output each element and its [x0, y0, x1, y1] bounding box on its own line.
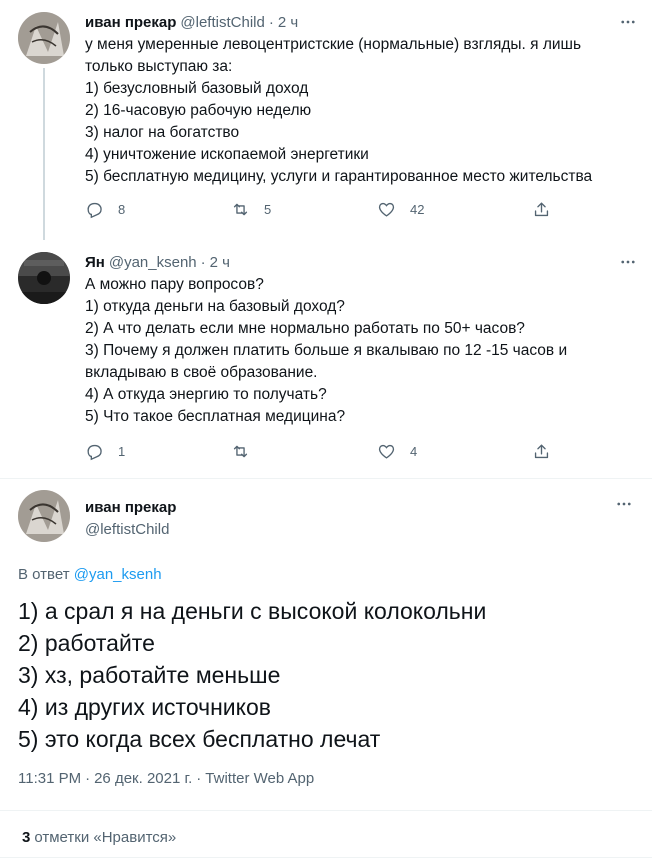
tweet-actions: 8 5 42 — [85, 200, 634, 224]
tweet-1[interactable]: иван прекар @leftistChild · 2 ч у меня у… — [0, 12, 652, 224]
avatar[interactable] — [18, 252, 70, 304]
author-name[interactable]: Ян — [85, 254, 105, 271]
reply-icon — [87, 444, 102, 461]
reply-icon — [87, 202, 102, 219]
tweet-text: у меня умеренные левоцентристские (норма… — [85, 34, 634, 188]
reply-button[interactable]: 1 — [85, 442, 125, 461]
separator-dot: · — [268, 13, 274, 31]
heart-icon — [378, 202, 395, 217]
separator-dot: · — [200, 253, 206, 271]
heart-icon — [378, 444, 395, 459]
like-button[interactable]: 42 — [377, 200, 424, 219]
tweet-line: 4) из других источников — [18, 694, 271, 720]
reply-handle-link[interactable]: @yan_ksenh — [74, 566, 162, 583]
share-button[interactable] — [532, 442, 565, 461]
divider — [0, 478, 652, 479]
share-icon — [534, 444, 549, 459]
more-dots-icon[interactable] — [618, 12, 638, 32]
tweet-line: 3) хз, работайте меньше — [18, 662, 281, 688]
tweet-line: А можно пару вопросов? — [85, 276, 264, 293]
divider — [0, 810, 652, 811]
avatar-image — [18, 490, 70, 542]
tweet-line: 2) А что делать если мне нормально работ… — [85, 320, 525, 337]
more-dots-icon[interactable] — [618, 252, 638, 272]
reply-context: В ответ @yan_ksenh — [18, 566, 162, 583]
tweet-time[interactable]: 2 ч — [210, 254, 230, 271]
tweet-line: 2) 16-часовую рабочую неделю — [85, 102, 312, 119]
avatar[interactable] — [18, 12, 70, 64]
like-total: 3 — [22, 829, 31, 846]
tweet-line: 1) а срал я на деньги с высокой колоколь… — [18, 598, 487, 624]
like-summary[interactable]: 3 отметки «Нравится» — [22, 829, 176, 846]
main-tweet-header: иван прекар @leftistChild — [18, 490, 634, 546]
tweet-line: только выступаю за: — [85, 58, 233, 75]
separator-dot: · — [196, 770, 202, 787]
retweet-button[interactable]: 5 — [231, 200, 271, 219]
tweet-line: 3) Почему я должен платить больше я вкал… — [85, 342, 568, 359]
tweet-timestamp[interactable]: 11:31 PM — [18, 770, 81, 787]
tweet-line: 3) налог на богатство — [85, 124, 240, 141]
reply-count: 1 — [118, 444, 126, 459]
avatar-image — [18, 12, 70, 64]
separator-dot: · — [85, 770, 91, 787]
reply-button[interactable]: 8 — [85, 200, 125, 219]
tweet-meta: 11:31 PM · 26 дек. 2021 г. · Twitter Web App — [18, 770, 318, 787]
tweet-line: 5) это когда всех бесплатно лечат — [18, 726, 381, 752]
author-handle[interactable]: @leftistChild — [180, 14, 264, 31]
more-dots-icon[interactable] — [614, 494, 634, 514]
retweet-icon — [233, 203, 248, 216]
main-tweet-text: 1) а срал я на деньги с высокой колоколь… — [18, 595, 486, 755]
avatar[interactable] — [18, 490, 70, 542]
like-button[interactable]: 4 — [377, 442, 417, 461]
tweet-line: 2) работайте — [18, 630, 155, 656]
tweet-line: 1) безусловный базовый доход — [85, 80, 309, 97]
share-icon — [534, 202, 549, 217]
retweet-icon — [233, 445, 248, 458]
reply-prefix: В ответ — [18, 566, 70, 583]
retweet-count: 5 — [264, 202, 272, 217]
tweet-text: А можно пару вопросов? 1) откуда деньги … — [85, 274, 634, 428]
tweet-line: у меня умеренные левоцентристские (норма… — [85, 36, 582, 53]
author-name[interactable]: иван прекар — [85, 498, 176, 518]
tweet-2[interactable]: Ян @yan_ksenh · 2 ч А можно пару вопросо… — [0, 252, 652, 466]
author-handle[interactable]: @yan_ksenh — [109, 254, 197, 271]
like-count: 42 — [410, 202, 425, 217]
tweet-line: 4) уничтожение ископаемой энергетики — [85, 146, 369, 163]
tweet-line: 4) А откуда энергию то получать? — [85, 386, 327, 403]
tweet-actions: 1 4 — [85, 442, 634, 466]
tweet-date[interactable]: 26 дек. 2021 г. — [94, 770, 192, 787]
tweet-line: 5) бесплатную медицину, услуги и гаранти… — [85, 168, 593, 185]
share-button[interactable] — [532, 200, 565, 219]
tweet-source[interactable]: Twitter Web App — [205, 770, 314, 787]
retweet-button[interactable] — [231, 442, 264, 461]
tweet-header: иван прекар @leftistChild · 2 ч — [85, 12, 634, 32]
tweet-time[interactable]: 2 ч — [278, 14, 298, 31]
tweet-line: вкладываю в своё образование. — [85, 364, 318, 381]
author-name[interactable]: иван прекар — [85, 14, 176, 31]
avatar-image — [18, 252, 70, 304]
tweet-line: 5) Что такое бесплатная медицина? — [85, 408, 346, 425]
like-label: отметки «Нравится» — [34, 829, 177, 846]
author-handle[interactable]: @leftistChild — [85, 520, 176, 540]
like-count: 4 — [410, 444, 418, 459]
reply-count: 8 — [118, 202, 126, 217]
author-block: иван прекар @leftistChild — [85, 498, 176, 540]
tweet-line: 1) откуда деньги на базовый доход? — [85, 298, 345, 315]
tweet-header: Ян @yan_ksenh · 2 ч — [85, 252, 634, 272]
